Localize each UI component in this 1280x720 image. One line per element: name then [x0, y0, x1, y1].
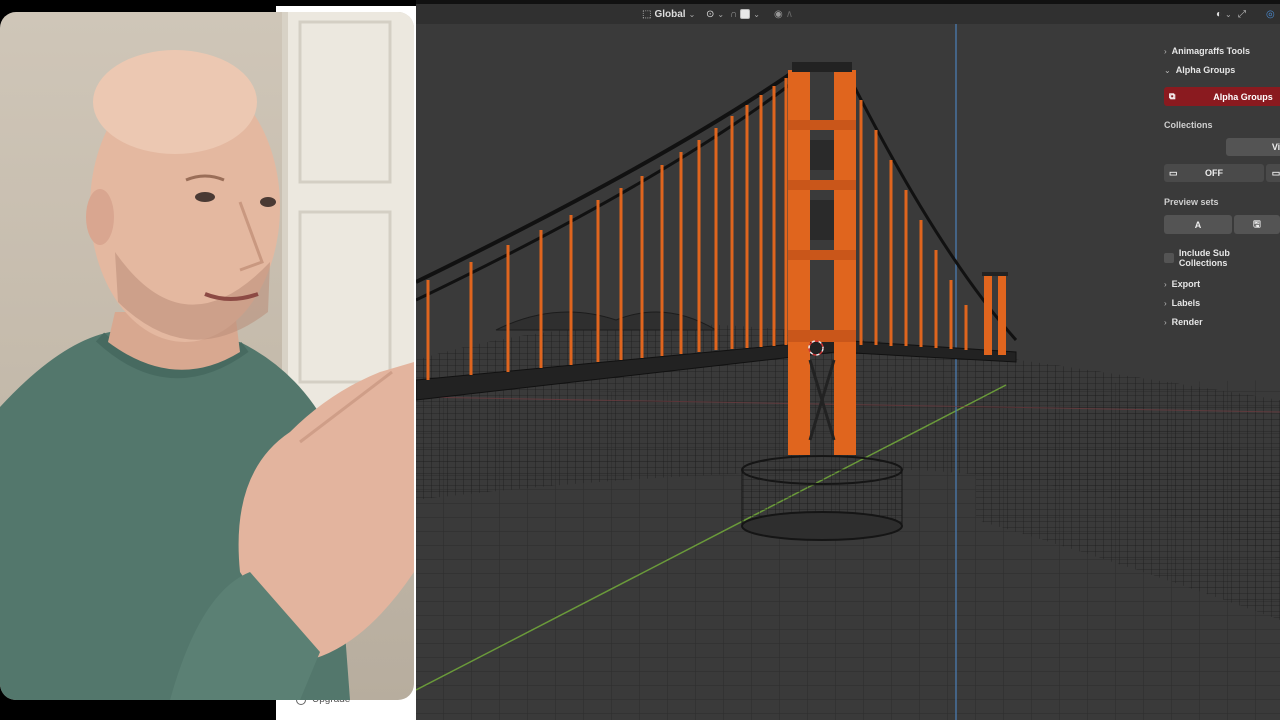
snap-icon: ∩	[730, 8, 738, 20]
transform-orientation-dropdown[interactable]: ⬚ Global ⌄	[642, 6, 695, 22]
falloff-icon: ∧	[785, 8, 794, 20]
include-sub-collections-checkbox[interactable]: Include Sub Collections	[1164, 248, 1280, 268]
3d-viewport[interactable]: ⬚ Global ⌄ ⊙ ⌄ ∩ ⌄ ◉ ∧ ◐ ⌄ ⤢ ◎ › Animagr…	[416, 0, 1280, 720]
visibility-dropdown[interactable]: ◐ ⌄	[1216, 6, 1232, 22]
n-panel-sidebar: › Animagraffs Tools ⌄ Alpha Groups ⧉ Alp…	[1158, 40, 1280, 340]
off-toggle[interactable]: ▭ OFF	[1164, 164, 1264, 182]
alpha-groups-label: Alpha Groups	[1175, 65, 1236, 75]
pivot-point-dropdown[interactable]: ⊙ ⌄	[706, 6, 724, 22]
render-panel[interactable]: › Render	[1164, 317, 1203, 327]
render-label: Render	[1171, 317, 1203, 327]
chevron-down-icon: ⌄	[688, 9, 696, 19]
export-label: Export	[1171, 279, 1201, 289]
webcam-feed	[0, 12, 414, 700]
alpha-groups-panel[interactable]: ⌄ Alpha Groups	[1164, 65, 1235, 75]
collection-icon: ⧉	[1169, 91, 1176, 101]
gizmo-toggle[interactable]: ⤢	[1238, 6, 1246, 22]
save-icon: 🖫	[1253, 218, 1261, 229]
chevron-down-icon: ⌄	[1164, 65, 1171, 75]
snap-target-icon	[740, 9, 751, 19]
preview-set-a-label: A	[1194, 219, 1202, 230]
include-sub-collections-label: Include Sub Collections	[1178, 248, 1230, 268]
animagraffs-tools-panel[interactable]: › Animagraffs Tools	[1164, 46, 1250, 56]
chevron-right-icon: ›	[1164, 46, 1167, 56]
chevron-right-icon: ›	[1164, 298, 1167, 308]
save-preview-button[interactable]: 🖫	[1234, 215, 1280, 234]
chevron-down-icon: ⌄	[753, 9, 760, 19]
labels-label: Labels	[1171, 298, 1201, 308]
collections-label: Collections	[1164, 120, 1213, 130]
orientation-icon: ⬚	[642, 8, 652, 20]
view-button[interactable]: Vi	[1226, 138, 1280, 156]
chevron-down-icon: ⌄	[1225, 9, 1232, 19]
proportional-edit-toggle[interactable]: ◉ ∧	[774, 6, 793, 22]
transform-orientation-label: Global	[654, 8, 686, 20]
alpha-groups-button[interactable]: ⧉ Alpha Groups	[1164, 87, 1280, 106]
monitor-icon: ▭	[1169, 167, 1178, 178]
render-toggle[interactable]: ▭	[1266, 164, 1280, 182]
view-icon: ◐	[1216, 8, 1223, 20]
proportional-icon: ◉	[774, 8, 783, 20]
monitor-icon: ▭	[1271, 167, 1280, 178]
overlay-icon: ◎	[1266, 8, 1275, 20]
preview-sets-label: Preview sets	[1164, 197, 1219, 207]
alpha-groups-button-label: Alpha Groups	[1213, 91, 1273, 102]
labels-panel[interactable]: › Labels	[1164, 298, 1200, 308]
chevron-down-icon: ⌄	[717, 9, 725, 19]
viewport-scene	[416, 20, 1280, 720]
chevron-right-icon: ›	[1164, 317, 1167, 327]
pivot-icon: ⊙	[706, 8, 715, 20]
view-button-label: Vi	[1271, 142, 1280, 152]
viewport-header: ⬚ Global ⌄ ⊙ ⌄ ∩ ⌄ ◉ ∧ ◐ ⌄ ⤢ ◎	[416, 0, 1280, 24]
bridge-tower	[788, 62, 856, 455]
export-panel[interactable]: › Export	[1164, 279, 1200, 289]
preview-set-a-button[interactable]: A	[1164, 215, 1232, 234]
animagraffs-tools-label: Animagraffs Tools	[1171, 46, 1251, 56]
checkbox-icon	[1164, 253, 1174, 263]
overlay-toggle[interactable]: ◎	[1266, 6, 1275, 22]
off-toggle-label: OFF	[1205, 168, 1223, 178]
gizmo-icon: ⤢	[1238, 8, 1246, 20]
snap-toggle[interactable]: ∩ ⌄	[730, 6, 760, 22]
chevron-right-icon: ›	[1164, 279, 1167, 289]
